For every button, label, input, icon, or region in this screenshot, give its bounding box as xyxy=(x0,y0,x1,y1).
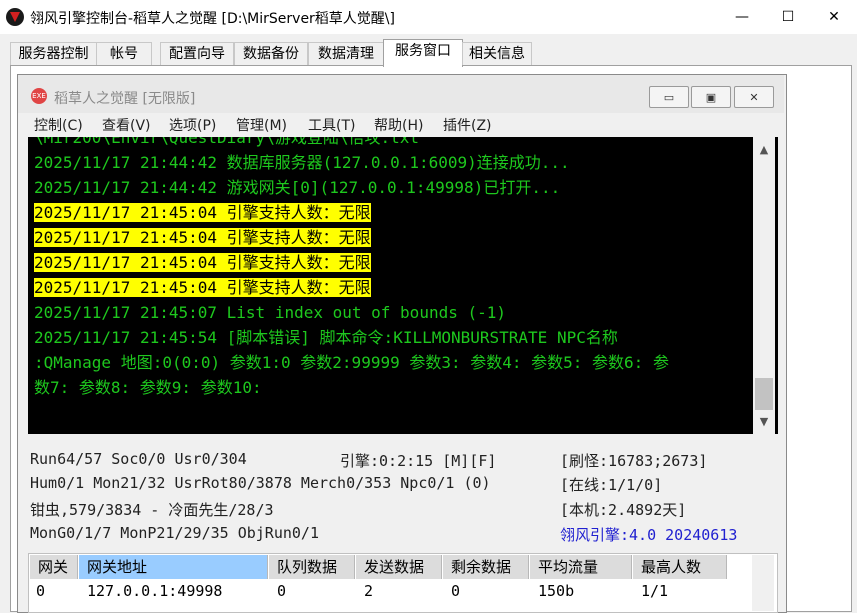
scroll-up-icon[interactable]: ▲ xyxy=(753,140,775,160)
log-line-text: 2025/11/17 21:44:42 数据库服务器(127.0.0.1:600… xyxy=(34,153,570,172)
log-line-text: 2025/11/17 21:45:07 List index out of bo… xyxy=(34,303,507,322)
table-cell: 2 xyxy=(364,582,374,600)
log-line-text: 2025/11/17 21:45:04 引擎支持人数：无限 xyxy=(34,278,371,297)
col-gateway[interactable]: 网关 xyxy=(30,555,78,579)
inner-minimize-button[interactable]: ▭ xyxy=(649,86,689,108)
menu-plugins[interactable]: 插件(Z) xyxy=(443,115,492,135)
status-spawn: [刷怪:16783;2673] xyxy=(560,452,708,470)
log-line-text: 2025/11/17 21:45:04 引擎支持人数：无限 xyxy=(34,228,371,247)
exe-icon: EXE xyxy=(31,88,47,104)
menu-tools[interactable]: 工具(T) xyxy=(308,115,355,135)
log-line: 2025/11/17 21:45:04 引擎支持人数：无限 xyxy=(34,275,754,300)
inner-window-title: 稻草人之觉醒 [无限版] xyxy=(54,91,196,107)
log-line: 数7: 参数8: 参数9: 参数10: xyxy=(34,375,754,400)
close-icon: ✕ xyxy=(749,90,759,104)
log-line: 2025/11/17 21:45:04 引擎支持人数：无限 xyxy=(34,250,754,275)
status-run: Run64/57 Soc0/0 Usr0/304 xyxy=(30,450,247,468)
log-line-text: 2025/11/17 21:45:54 [脚本错误] 脚本命令:KILLMONB… xyxy=(34,328,618,347)
tab-config-wizard[interactable]: 配置向导 xyxy=(160,42,234,65)
menu-help[interactable]: 帮助(H) xyxy=(374,115,423,135)
status-engine-uptime: 引擎:0:2:15 [M][F] xyxy=(340,452,497,470)
window-title: 翎风引擎控制台-稻草人之觉醒 [D:\MirServer稻草人觉醒\] xyxy=(30,11,395,27)
inner-maximize-button[interactable]: ▣ xyxy=(691,86,731,108)
log-line-text: 2025/11/17 21:45:04 引擎支持人数：无限 xyxy=(34,203,371,222)
log-line: 2025/11/17 21:44:42 游戏网关[0](127.0.0.1:49… xyxy=(34,175,754,200)
status-hum: Hum0/1 Mon21/32 UsrRot80/3878 Merch0/353… xyxy=(30,474,491,492)
tab-account[interactable]: 帐号 xyxy=(96,42,152,65)
status-monster: 钳虫,579/3834 - 冷面先生/28/3 xyxy=(30,501,274,519)
table-cell: 150b xyxy=(538,582,575,600)
scroll-thumb[interactable] xyxy=(755,378,773,410)
table-cell: 127.0.0.1:49998 xyxy=(87,582,223,600)
log-lines: \Mir200\Envir\QuestDiary\游戏登陆\倍攻.txt 2025… xyxy=(34,137,754,400)
minimize-button[interactable]: — xyxy=(719,0,765,34)
table-cell: 0 xyxy=(451,582,461,600)
menu-manage[interactable]: 管理(M) xyxy=(236,115,287,135)
status-online: [在线:1/1/0] xyxy=(560,476,663,494)
col-gateway-address[interactable]: 网关地址 xyxy=(79,555,268,579)
table-cell: 0 xyxy=(277,582,287,600)
col-sent[interactable]: 发送数据 xyxy=(356,555,442,579)
log-console[interactable]: \Mir200\Envir\QuestDiary\游戏登陆\倍攻.txt 2025… xyxy=(28,137,778,434)
col-max-users[interactable]: 最高人数 xyxy=(633,555,727,579)
engine-version: 翎风引擎:4.0 20240613 xyxy=(560,526,738,544)
log-line-text: 数7: 参数8: 参数9: 参数10: xyxy=(34,378,262,397)
table-scrollbar[interactable] xyxy=(752,555,774,611)
log-line: 2025/11/17 21:45:04 引擎支持人数：无限 xyxy=(34,200,754,225)
log-line: 2025/11/17 21:45:04 引擎支持人数：无限 xyxy=(34,225,754,250)
menu-control[interactable]: 控制(C) xyxy=(34,115,83,135)
scroll-down-icon[interactable]: ▼ xyxy=(753,412,775,432)
log-line: \Mir200\Envir\QuestDiary\游戏登陆\倍攻.txt xyxy=(34,137,754,150)
close-button[interactable]: ✕ xyxy=(811,0,857,34)
status-local-uptime: [本机:2.4892天] xyxy=(560,501,687,519)
log-line-text: 2025/11/17 21:44:42 游戏网关[0](127.0.0.1:49… xyxy=(34,178,561,197)
table-cell: 1/1 xyxy=(641,582,669,600)
log-line-text: 2025/11/17 21:45:04 引擎支持人数：无限 xyxy=(34,253,371,272)
table-cell: 0 xyxy=(36,582,46,600)
log-line: 2025/11/17 21:45:54 [脚本错误] 脚本命令:KILLMONB… xyxy=(34,325,754,350)
tab-related-info[interactable]: 相关信息 xyxy=(462,42,532,65)
log-line: 2025/11/17 21:44:42 数据库服务器(127.0.0.1:600… xyxy=(34,150,754,175)
tab-data-backup[interactable]: 数据备份 xyxy=(234,42,308,65)
log-line: :QManage 地图:0(0:0) 参数1:0 参数2:99999 参数3: … xyxy=(34,350,754,375)
col-remaining[interactable]: 剩余数据 xyxy=(443,555,529,579)
restore-icon: ▣ xyxy=(705,90,717,104)
log-line: 2025/11/17 21:45:07 List index out of bo… xyxy=(34,300,754,325)
menu-options[interactable]: 选项(P) xyxy=(169,115,216,135)
log-line-text: \Mir200\Envir\QuestDiary\游戏登陆\倍攻.txt xyxy=(34,137,419,147)
maximize-button[interactable]: ☐ xyxy=(765,0,811,34)
tab-server-control[interactable]: 服务器控制 xyxy=(10,42,97,65)
menu-view[interactable]: 查看(V) xyxy=(102,115,151,135)
tab-service-window[interactable]: 服务窗口 xyxy=(383,39,463,67)
minimize-icon: ▭ xyxy=(663,90,675,104)
tab-data-cleanup[interactable]: 数据清理 xyxy=(308,42,384,65)
col-avg-traffic[interactable]: 平均流量 xyxy=(530,555,632,579)
col-queue[interactable]: 队列数据 xyxy=(269,555,355,579)
inner-close-button[interactable]: ✕ xyxy=(734,86,774,108)
log-line-text: :QManage 地图:0(0:0) 参数1:0 参数2:99999 参数3: … xyxy=(34,353,669,372)
status-mong: MonG0/1/7 MonP21/29/35 ObjRun0/1 xyxy=(30,524,319,542)
app-logo-icon xyxy=(6,8,24,26)
